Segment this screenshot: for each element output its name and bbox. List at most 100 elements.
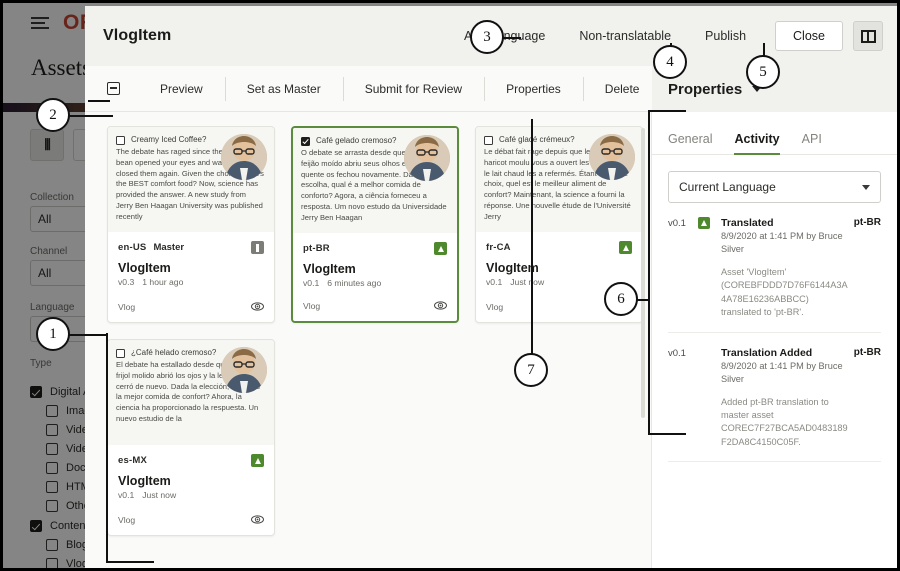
language-filter-select[interactable]: Current Language [668, 171, 881, 203]
preview-eye-icon[interactable] [251, 513, 264, 526]
language-card-en-US[interactable]: Creamy Iced Coffee? The debate has raged… [107, 126, 275, 323]
toolbar-properties[interactable]: Properties [484, 76, 583, 101]
card-select-checkbox[interactable] [116, 348, 125, 358]
card-preview: Creamy Iced Coffee? The debate has raged… [108, 127, 274, 232]
card-timestamp: Just now [510, 277, 545, 287]
avatar [404, 135, 450, 181]
preview-eye-icon[interactable] [251, 300, 264, 313]
activity-item: v0.1 Translation Added 8/9/2020 at 1:41 … [668, 333, 881, 462]
callout-7: 7 [514, 353, 548, 387]
callout-6: 6 [604, 282, 638, 316]
cards-scrollbar[interactable] [641, 128, 645, 418]
activity-timestamp: 8/9/2020 at 1:41 PM by Bruce Silver [721, 231, 843, 255]
card-select-checkbox[interactable] [301, 136, 310, 146]
card-type: Vlog [118, 301, 136, 312]
properties-title: Properties [668, 80, 743, 98]
published-badge-icon [434, 242, 447, 255]
card-version: v0.3 [118, 277, 135, 287]
draft-badge-icon [251, 241, 264, 254]
card-preview: Café gelado cremoso? O debate se arrasta… [293, 128, 457, 233]
add-language-link[interactable]: Add Language [447, 29, 562, 43]
leader-line-6-bottom [648, 433, 686, 435]
leader-line-6-stub [637, 299, 648, 301]
card-preview: ¿Café helado cremoso? El debate ha estal… [108, 340, 274, 445]
avatar [221, 134, 267, 180]
card-footer: Vlog [108, 300, 274, 322]
leader-line-6-top [648, 110, 686, 112]
toolbar-submit-for-review[interactable]: Submit for Review [342, 76, 484, 101]
card-type: Vlog [118, 514, 136, 525]
leader-line-3 [503, 37, 521, 39]
preview-eye-icon[interactable] [434, 299, 447, 312]
tab-activity[interactable]: Activity [734, 132, 780, 155]
callout-5: 5 [746, 55, 780, 89]
screenshot-root: ORACLE Assets ⦀ Collection All Channel A… [0, 0, 900, 571]
avatar [589, 134, 635, 180]
card-subline: v0.1 6 minutes ago [303, 278, 447, 288]
card-headline: ¿Café helado cremoso? [131, 348, 217, 357]
publish-link[interactable]: Publish [688, 29, 763, 43]
leader-line-1-vertical [106, 333, 108, 563]
tab-general[interactable]: General [668, 132, 712, 154]
avatar [221, 347, 267, 393]
card-footer: Vlog [293, 299, 457, 321]
card-timestamp: 1 hour ago [142, 277, 184, 287]
callout-1: 1 [36, 317, 70, 351]
leader-line-7-vertical [531, 119, 533, 370]
activity-title: Translation Added [721, 346, 813, 359]
card-preview: Café glacé crémeux? Le débat fait rage d… [476, 127, 642, 232]
language-filter-value: Current Language [679, 180, 776, 194]
toolbar-preview[interactable]: Preview [138, 82, 225, 96]
card-language-code: es-MX [118, 455, 147, 466]
card-timestamp: 6 minutes ago [327, 278, 382, 288]
leader-line-1-bottom [106, 561, 154, 563]
card-version: v0.1 [303, 278, 320, 288]
tab-api[interactable]: API [802, 132, 822, 154]
activity-title: Translated [721, 217, 774, 229]
dialog-body: Creamy Iced Coffee? The debate has raged… [85, 66, 897, 568]
callout-4: 4 [653, 45, 687, 79]
card-select-checkbox[interactable] [484, 135, 493, 145]
activity-badge-placeholder [698, 347, 714, 450]
leader-line-2-top [88, 100, 110, 102]
activity-timestamp: 8/9/2020 at 1:41 PM by Bruce Silver [721, 360, 843, 384]
activity-language: pt-BR [853, 217, 881, 228]
toolbar-delete[interactable]: Delete [582, 76, 662, 101]
published-badge-icon [619, 241, 632, 254]
activity-main: Translated 8/9/2020 at 1:41 PM by Bruce … [714, 217, 854, 320]
card-asset-name: VlogItem [118, 474, 171, 488]
leader-line-6-vertical [648, 110, 650, 435]
card-timestamp: Just now [142, 490, 177, 500]
leader-line-1-stub [69, 334, 106, 336]
card-meta: en-US Master VlogItem v0.3 1 hour ago [108, 232, 274, 300]
activity-language: pt-BR [853, 346, 881, 358]
collapse-icon[interactable] [107, 82, 120, 95]
properties-panel: Properties General Activity API Current … [651, 66, 897, 568]
card-meta: pt-BR VlogItem v0.1 6 minutes ago [293, 233, 457, 299]
activity-list: v0.1 Translated 8/9/2020 at 1:41 PM by B… [652, 203, 897, 462]
language-card-pt-BR[interactable]: Café gelado cremoso? O debate se arrasta… [291, 126, 459, 323]
card-subline: v0.1 Just now [118, 490, 264, 500]
card-select-checkbox[interactable] [116, 135, 125, 145]
card-language-code: fr-CA [486, 242, 511, 253]
card-meta-top: es-MX [118, 454, 264, 467]
non-translatable-link[interactable]: Non-translatable [562, 29, 688, 43]
card-footer: Vlog [108, 513, 274, 535]
toolbar-set-as-master[interactable]: Set as Master [224, 76, 343, 101]
published-badge-icon [251, 454, 264, 467]
card-meta-top: pt-BR [303, 242, 447, 255]
callout-3: 3 [470, 20, 504, 54]
published-badge-icon [698, 217, 714, 320]
language-card-es-MX[interactable]: ¿Café helado cremoso? El debate ha estal… [107, 339, 275, 536]
callout-2: 2 [36, 98, 70, 132]
leader-line-2 [69, 115, 113, 117]
card-type: Vlog [303, 300, 321, 311]
panel-toggle-icon[interactable] [853, 21, 883, 51]
translation-dialog: VlogItem Add Language Non-translatable P… [85, 6, 897, 568]
dialog-title: VlogItem [103, 27, 172, 44]
card-headline: Creamy Iced Coffee? [131, 135, 207, 144]
activity-description: Asset 'VlogItem' (COREBFDDD7D76F6144A3A4… [721, 267, 848, 318]
activity-version: v0.1 [668, 218, 686, 229]
card-type: Vlog [486, 301, 504, 312]
close-button[interactable]: Close [775, 21, 843, 51]
